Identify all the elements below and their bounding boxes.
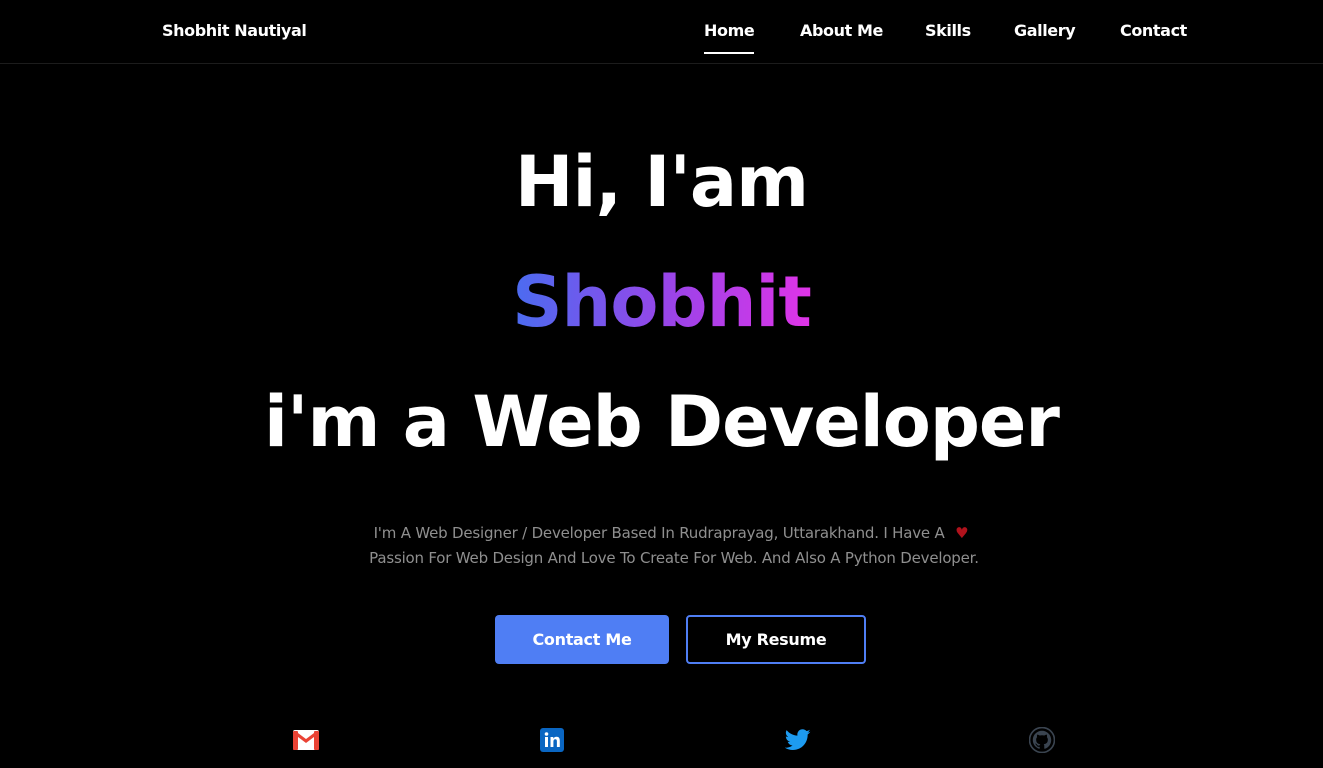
nav-home[interactable]: Home [704, 21, 755, 54]
description-part1: I'm A Web Designer / Developer Based In … [373, 524, 945, 542]
description-part2: Passion For Web Design And Love To Creat… [369, 549, 979, 567]
hero-name: Shobhit [512, 258, 812, 346]
navbar: Shobhit Nautiyal Home About Me Skills Ga… [0, 0, 1323, 64]
hero-role: i'm a Web Developer [264, 381, 1060, 463]
brand-name[interactable]: Shobhit Nautiyal [162, 21, 307, 40]
gmail-icon[interactable] [293, 727, 319, 753]
nav-contact[interactable]: Contact [1120, 21, 1187, 40]
github-icon[interactable] [1029, 727, 1055, 753]
heart-icon: ♥ [955, 524, 969, 542]
hero-greeting: Hi, I'am [514, 141, 809, 223]
twitter-icon[interactable] [785, 727, 811, 753]
hero-name-line: Shobhit [0, 258, 1323, 346]
nav-about-me[interactable]: About Me [800, 21, 883, 40]
contact-me-button[interactable]: Contact Me [495, 615, 669, 664]
nav-gallery[interactable]: Gallery [1014, 21, 1076, 40]
my-resume-button[interactable]: My Resume [686, 615, 866, 664]
linkedin-icon[interactable] [539, 727, 565, 753]
hero-description: I'm A Web Designer / Developer Based In … [362, 521, 986, 571]
nav-skills[interactable]: Skills [925, 21, 971, 40]
